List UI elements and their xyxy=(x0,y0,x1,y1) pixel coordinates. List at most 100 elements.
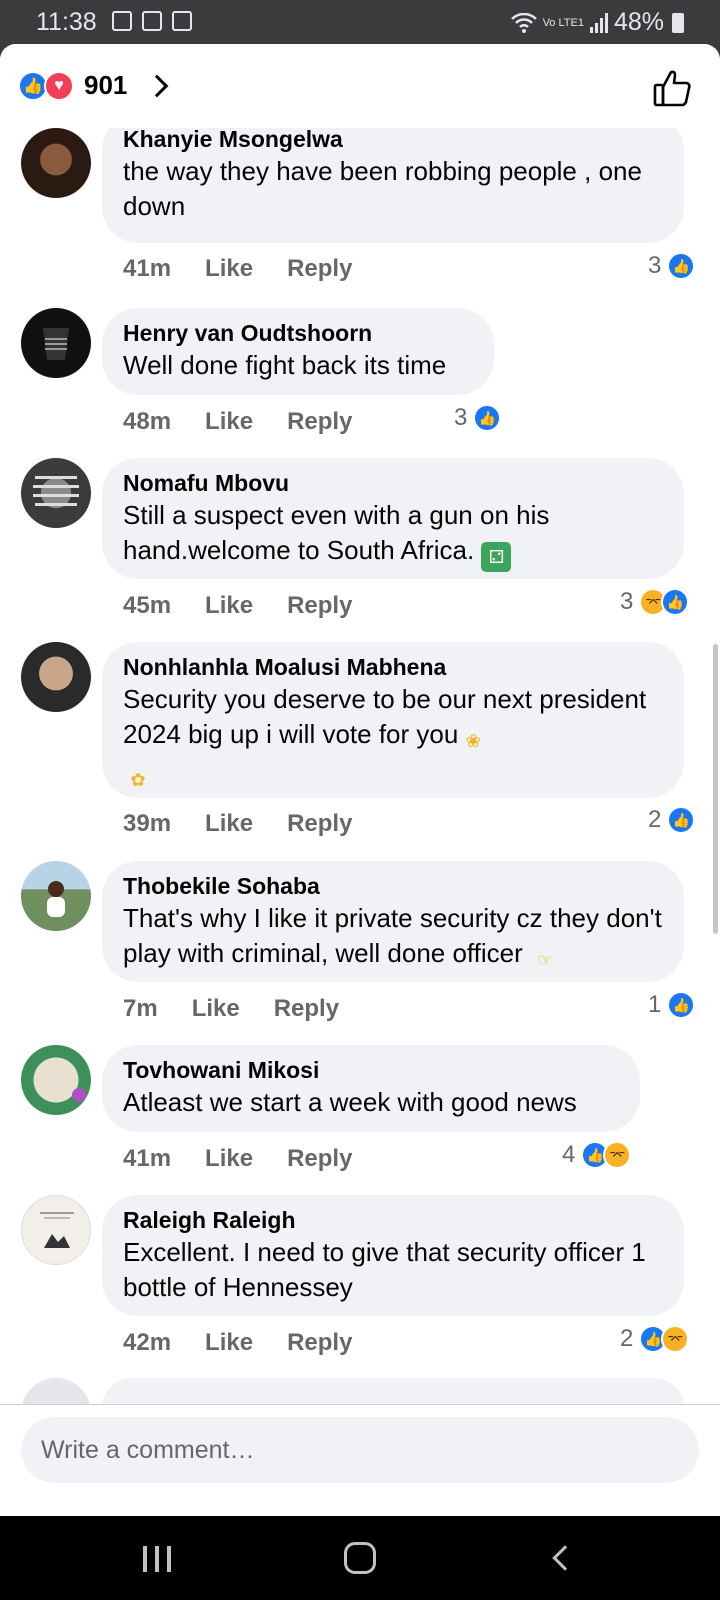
chevron-right-icon[interactable] xyxy=(146,74,169,97)
battery-icon xyxy=(672,12,684,33)
comment-bubble[interactable]: Khanyie Msongelwa the way they have been… xyxy=(102,128,684,243)
reply-button[interactable]: Reply xyxy=(274,995,339,1023)
comment-actions: 45m Like Reply xyxy=(123,592,352,620)
comment-actions: 7m Like Reply xyxy=(123,995,339,1023)
comment-author[interactable]: Nonhlanhla Moalusi Mabhena xyxy=(123,652,664,682)
comment-bubble[interactable]: Tovhowani Mikosi Atleast we start a week… xyxy=(102,1045,640,1132)
like-button[interactable]: Like xyxy=(192,995,240,1023)
comment-time[interactable]: 48m xyxy=(123,408,171,436)
recent-apps-icon[interactable] xyxy=(143,1546,171,1572)
comment-reaction-count: 3 xyxy=(454,404,468,431)
comment-bubble[interactable]: Thobekile Sohaba That's why I like it pr… xyxy=(102,861,684,982)
comment-bubble[interactable] xyxy=(102,1378,684,1404)
comment-time[interactable]: 42m xyxy=(123,1329,171,1357)
like-button[interactable]: Like xyxy=(205,1145,253,1173)
comment-time[interactable]: 41m xyxy=(123,1145,171,1173)
like-reaction-icon: 👍 xyxy=(473,404,502,432)
pointing-hand-emoji-icon: ☞ xyxy=(536,950,554,970)
comment-reactions[interactable]: 3 ⌤ 👍 xyxy=(620,588,690,616)
avatar-image xyxy=(72,1088,86,1102)
comment-text: Still a suspect even with a gun on his h… xyxy=(123,498,664,572)
comment-author[interactable]: Thobekile Sohaba xyxy=(123,871,664,901)
comment-reactions[interactable]: 2 👍 ⌤ xyxy=(620,1325,690,1353)
comment-time[interactable]: 7m xyxy=(123,995,158,1023)
avatar-image xyxy=(40,1212,74,1248)
comment-reactions[interactable]: 2 👍 xyxy=(648,806,696,834)
reply-button[interactable]: Reply xyxy=(287,408,352,436)
like-reaction-icon: 👍 xyxy=(667,806,696,834)
comment-time[interactable]: 39m xyxy=(123,810,171,838)
comment-author[interactable]: Henry van Oudtshoorn xyxy=(123,318,474,348)
comment-text: Well done fight back its time xyxy=(123,350,447,380)
avatar[interactable] xyxy=(21,128,91,198)
comment-reaction-count: 2 xyxy=(620,1325,634,1352)
comment-input[interactable]: Write a comment… xyxy=(21,1417,699,1483)
comment-reactions[interactable]: 4 👍 ⌤ xyxy=(562,1141,632,1169)
navigation-bar xyxy=(0,1516,720,1600)
avatar[interactable] xyxy=(21,308,91,378)
notification-icons xyxy=(112,11,192,31)
reply-button[interactable]: Reply xyxy=(287,1329,352,1357)
home-icon[interactable] xyxy=(344,1542,376,1574)
reply-button[interactable]: Reply xyxy=(287,255,352,283)
reaction-count: 901 xyxy=(84,70,128,100)
comment-actions: 41m Like Reply xyxy=(123,255,352,283)
like-outline-icon[interactable] xyxy=(652,68,692,108)
comment-author[interactable]: Nomafu Mbovu xyxy=(123,468,664,498)
comment-actions: 41m Like Reply xyxy=(123,1145,352,1173)
reactions-summary[interactable]: 👍 ♥ 901 xyxy=(18,70,169,101)
comments-sheet: 👍 ♥ 901 Khanyie Msongelwa the way they h… xyxy=(0,44,720,1516)
comment-reactions[interactable]: 1 👍 xyxy=(648,991,696,1019)
reply-button[interactable]: Reply xyxy=(287,810,352,838)
like-button[interactable]: Like xyxy=(205,255,253,283)
haha-reaction-icon: ⌤ xyxy=(603,1141,632,1169)
like-button[interactable]: Like xyxy=(205,1329,253,1357)
comment-reaction-count: 2 xyxy=(648,806,662,833)
avatar-image xyxy=(43,328,69,360)
comment-time[interactable]: 41m xyxy=(123,255,171,283)
comment-author[interactable]: Khanyie Msongelwa xyxy=(123,128,664,154)
love-reaction-icon: ♥ xyxy=(44,70,74,101)
scrollbar[interactable] xyxy=(713,644,718,934)
avatar[interactable] xyxy=(21,642,91,712)
comment-text: Excellent. I need to give that security … xyxy=(123,1237,646,1302)
comment-bubble[interactable]: Henry van Oudtshoorn Well done fight bac… xyxy=(102,308,494,395)
comment-bubble[interactable]: Raleigh Raleigh Excellent. I need to giv… xyxy=(102,1195,684,1316)
comment-reaction-count: 4 xyxy=(562,1141,576,1168)
like-button[interactable]: Like xyxy=(205,592,253,620)
battery-level: 48% xyxy=(613,8,664,36)
comment-composer: Write a comment… xyxy=(0,1404,720,1516)
comment-author[interactable]: Raleigh Raleigh xyxy=(123,1205,664,1235)
like-reaction-icon: 👍 xyxy=(667,991,696,1019)
reply-button[interactable]: Reply xyxy=(287,1145,352,1173)
avatar[interactable] xyxy=(21,1045,91,1115)
avatar[interactable] xyxy=(21,458,91,528)
comment-bubble[interactable]: Nonhlanhla Moalusi Mabhena Security you … xyxy=(102,642,684,798)
comment-time[interactable]: 45m xyxy=(123,592,171,620)
status-time: 11:38 xyxy=(36,8,97,36)
like-reaction-icon: 👍 xyxy=(667,252,696,280)
comment-text: Security you deserve to be our next pres… xyxy=(123,682,664,795)
comment-reactions[interactable]: 3 👍 xyxy=(648,252,696,280)
sheet-header: 👍 ♥ 901 xyxy=(0,44,720,128)
avatar[interactable] xyxy=(21,1378,91,1404)
avatar[interactable] xyxy=(21,861,91,931)
reply-button[interactable]: Reply xyxy=(287,592,352,620)
status-bar: 11:38 Vo LTE1 48% xyxy=(0,0,720,44)
haha-reaction-icon: ⌤ xyxy=(661,1325,690,1353)
comment-author[interactable]: Tovhowani Mikosi xyxy=(123,1055,620,1085)
check-icon xyxy=(172,11,192,31)
comment-text: the way they have been robbing people , … xyxy=(123,156,642,221)
like-button[interactable]: Like xyxy=(205,810,253,838)
comment-reactions[interactable]: 3 👍 xyxy=(454,404,502,432)
comments-list: Khanyie Msongelwa the way they have been… xyxy=(0,128,720,1404)
like-button[interactable]: Like xyxy=(205,408,253,436)
comment-bubble[interactable]: Nomafu Mbovu Still a suspect even with a… xyxy=(102,458,684,579)
avatar[interactable] xyxy=(21,1195,91,1265)
back-icon[interactable] xyxy=(552,1545,578,1571)
mail-icon xyxy=(142,11,162,31)
avatar-image xyxy=(33,476,79,506)
signal-icon xyxy=(589,12,608,33)
comment-actions: 42m Like Reply xyxy=(123,1329,352,1357)
handshake-emoji-icon: ✿ xyxy=(130,770,146,790)
